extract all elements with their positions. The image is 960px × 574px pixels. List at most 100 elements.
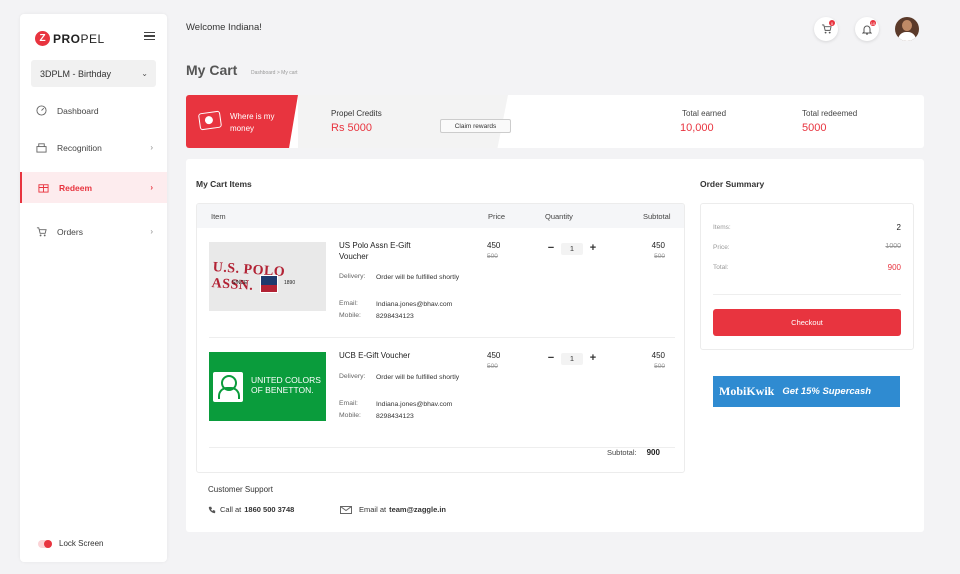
quantity-value[interactable]: 1: [561, 352, 583, 365]
summary-items-row: Items: 2: [713, 223, 901, 232]
where-is-my-money-panel[interactable]: Where is my money: [186, 95, 298, 148]
price: 450: [487, 351, 501, 360]
support-email[interactable]: Email at team@zaggle.in: [340, 505, 446, 514]
mobile-label: Mobile:: [339, 412, 361, 419]
cart-items-title: My Cart Items: [196, 179, 252, 189]
mobile-label: Mobile:: [339, 312, 361, 319]
sidebar-item-orders[interactable]: Orders ›: [20, 216, 167, 247]
mobile-value: 8298434123: [376, 313, 414, 320]
us-polo-voucher-image[interactable]: U.S. POLO ASSN. SINCE 1890: [209, 242, 326, 311]
program-select-value: 3DPLM - Birthday: [40, 68, 112, 79]
increment-button[interactable]: +: [587, 352, 599, 365]
column-price: Price: [488, 212, 506, 221]
cart-panel: My Cart Items Item Price Quantity Subtot…: [186, 159, 924, 532]
mobile-value: 8298434123: [376, 413, 414, 420]
row-original-subtotal: 500: [654, 363, 665, 370]
benetton-logo-icon: [213, 372, 243, 402]
product-name[interactable]: US Polo Assn E-Gift Voucher: [339, 240, 434, 262]
delivery-value: Order will be fulfilled shortly: [376, 374, 460, 381]
summary-items-label: Items:: [713, 224, 731, 231]
row-subtotal: 450: [651, 351, 665, 360]
lock-screen-toggle[interactable]: Lock Screen: [38, 539, 103, 548]
sidebar-item-label: Dashboard: [57, 105, 99, 116]
email-info: Email: Indiana.jones@bhav.com: [339, 400, 452, 408]
mobile-info: Mobile: 8298434123: [339, 312, 414, 320]
mobile-info: Mobile: 8298434123: [339, 412, 414, 420]
column-quantity: Quantity: [545, 212, 573, 221]
increment-button[interactable]: +: [587, 242, 599, 255]
email-value: Indiana.jones@bhav.com: [376, 301, 453, 308]
decrement-button[interactable]: −: [545, 242, 557, 255]
sidebar-item-label: Redeem: [59, 182, 93, 193]
avatar[interactable]: [895, 17, 919, 41]
mobikwik-promo-banner[interactable]: MobiKwik Get 15% Supercash: [713, 376, 900, 407]
brand-since: SINCE: [232, 280, 248, 286]
chevron-right-icon: ›: [150, 143, 153, 152]
notifications-button[interactable]: 10: [855, 17, 879, 41]
promo-text: Get 15% Supercash: [782, 386, 872, 397]
brand-text: UNITED COLORS OF BENETTON.: [251, 375, 321, 395]
support-email-address: team@zaggle.in: [389, 505, 447, 514]
total-earned-label: Total earned: [682, 109, 727, 118]
summary-items-value: 2: [896, 223, 901, 232]
dashboard-icon: [35, 104, 48, 117]
logo-bold: PRO: [53, 31, 81, 46]
chevron-down-icon: ⌄: [141, 69, 148, 78]
mobikwik-logo: MobiKwik: [719, 384, 775, 398]
breadcrumb[interactable]: Dashboard > My cart: [251, 70, 298, 76]
email-prefix: Email at: [359, 505, 387, 514]
cart-badge: 0: [829, 20, 835, 26]
order-summary-title: Order Summary: [700, 179, 765, 189]
welcome-text: Welcome Indiana!: [186, 22, 262, 33]
email-label: Email:: [339, 300, 358, 307]
propel-logo[interactable]: Z PROPEL: [35, 31, 105, 46]
row-original-subtotal: 500: [654, 253, 665, 260]
chevron-right-icon: ›: [150, 183, 153, 192]
phone-icon: [208, 506, 216, 513]
summary-price-label: Price:: [713, 244, 730, 251]
zaggle-logo-icon: Z: [35, 31, 50, 46]
delivery-label: Delivery:: [339, 373, 366, 380]
checkout-button[interactable]: Checkout: [713, 309, 901, 336]
sidebar-item-redeem[interactable]: Redeem ›: [20, 172, 167, 203]
total-redeemed-label: Total redeemed: [802, 109, 858, 118]
menu-toggle-icon[interactable]: [144, 32, 155, 42]
claim-rewards-button[interactable]: Claim rewards: [440, 119, 511, 133]
email-value: Indiana.jones@bhav.com: [376, 401, 453, 408]
where-is-my-money-label: Where is my money: [230, 112, 275, 133]
sidebar-item-recognition[interactable]: Recognition ›: [20, 132, 167, 163]
logo-thin: PEL: [80, 31, 105, 46]
price: 450: [487, 241, 501, 250]
total-redeemed-value: 5000: [802, 122, 827, 134]
table-header: Item Price Quantity Subtotal: [197, 204, 684, 228]
customer-support-title: Customer Support: [208, 485, 273, 494]
summary-price-value: 1000: [885, 243, 901, 250]
quantity-stepper: − 1 +: [545, 352, 599, 365]
cart-icon: [35, 225, 48, 238]
column-item: Item: [211, 212, 226, 221]
page-title: My Cart: [186, 62, 238, 78]
column-subtotal: Subtotal: [643, 212, 671, 221]
summary-total-row: Total: 900: [713, 263, 901, 272]
summary-price-row: Price: 1000: [713, 243, 901, 251]
sidebar-item-label: Recognition: [57, 142, 102, 153]
product-name[interactable]: UCB E-Gift Voucher: [339, 350, 434, 361]
lock-screen-label: Lock Screen: [59, 539, 104, 548]
chevron-right-icon: ›: [150, 227, 153, 236]
ucb-voucher-image[interactable]: UNITED COLORS OF BENETTON.: [209, 352, 326, 421]
brand-year: 1890: [284, 280, 296, 286]
total-earned-value: 10,000: [680, 122, 714, 134]
sidebar-item-dashboard[interactable]: Dashboard: [20, 95, 167, 126]
quantity-value[interactable]: 1: [561, 242, 583, 255]
program-select[interactable]: 3DPLM - Birthday ⌄: [31, 60, 156, 87]
decrement-button[interactable]: −: [545, 352, 557, 365]
sidebar: Z PROPEL 3DPLM - Birthday ⌄ Dashboard Re…: [20, 14, 167, 562]
row-subtotal: 450: [651, 241, 665, 250]
redeem-icon: [37, 181, 50, 194]
recognition-icon: [35, 141, 48, 154]
support-call[interactable]: Call at 1860 500 3748: [208, 505, 294, 514]
toggle-switch[interactable]: [38, 539, 52, 548]
cart-button[interactable]: 0: [814, 17, 838, 41]
cart-items-table: Item Price Quantity Subtotal U.S. POLO A…: [196, 203, 685, 473]
cart-subtotal: Subtotal: 900: [607, 448, 660, 457]
